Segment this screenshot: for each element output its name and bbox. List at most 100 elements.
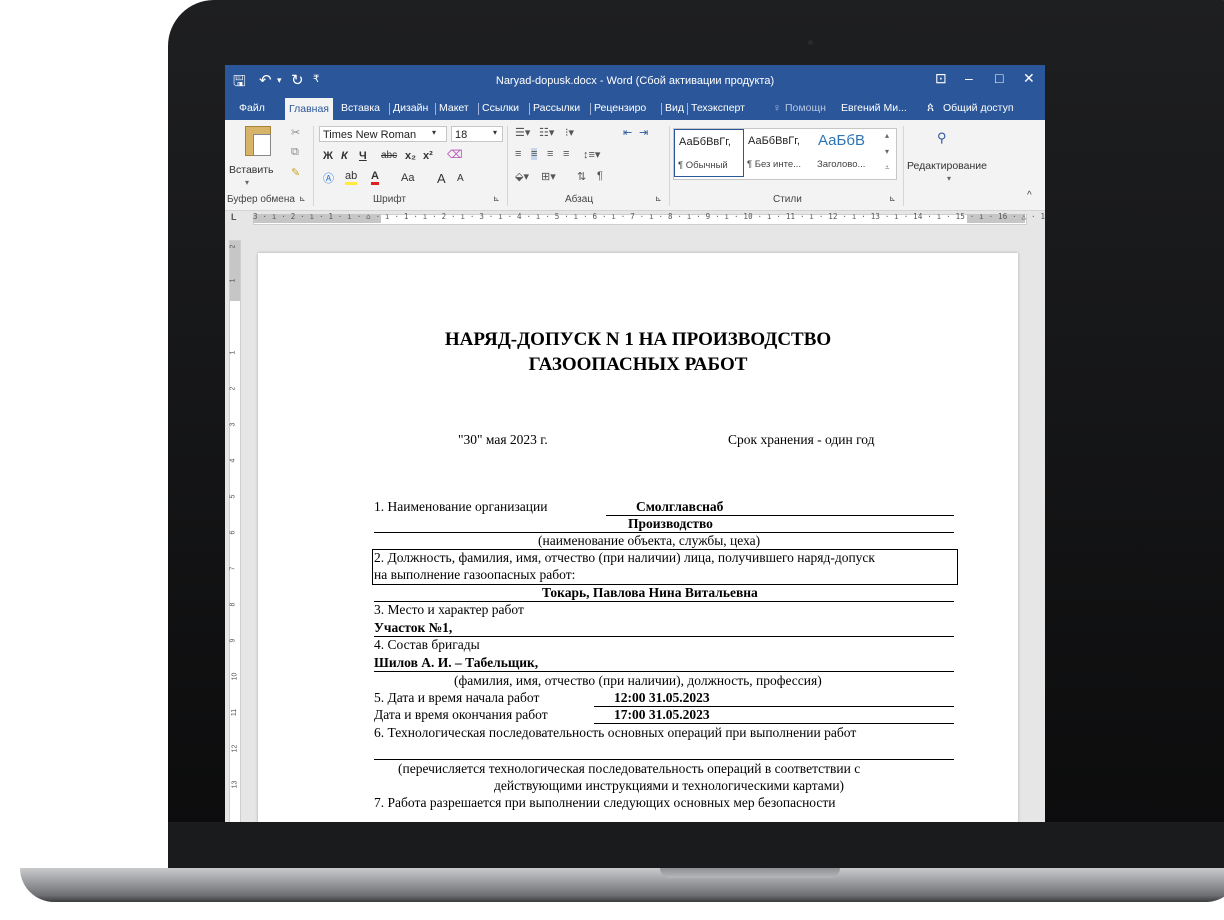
borders-icon[interactable]: ⊞▾ — [541, 170, 556, 183]
font-group-label: Шрифт — [373, 194, 406, 205]
align-right-icon[interactable]: ≡ — [547, 148, 553, 160]
multilevel-icon[interactable]: ⁝▾ — [565, 126, 574, 139]
italic-button[interactable]: К — [341, 150, 348, 162]
style-no-spacing[interactable]: АаБбВвГг, ¶ Без инте... — [744, 129, 814, 177]
dept-value: Производство — [628, 516, 713, 531]
tab-view[interactable]: Вид — [665, 102, 684, 114]
show-marks-icon[interactable]: ¶ — [597, 170, 603, 182]
font-launcher-icon[interactable]: ⊾ — [493, 194, 500, 203]
font-name-dropdown-icon[interactable]: ▾ — [432, 128, 436, 137]
format-painter-icon[interactable]: ✎ — [291, 166, 300, 179]
paste-dropdown-icon[interactable]: ▾ — [245, 178, 249, 187]
document-title-line2: ГАЗООПАСНЫХ РАБОТ — [528, 354, 748, 375]
styles-scroll-down-icon[interactable]: ▾ — [885, 147, 889, 156]
justify-icon[interactable]: ≡ — [563, 148, 569, 160]
tab-layout[interactable]: Макет — [439, 102, 469, 114]
person-value: Токарь, Павлова Нина Витальевна — [542, 585, 758, 600]
decrease-indent-icon[interactable]: ⇤ — [623, 126, 632, 139]
editing-dropdown-icon[interactable]: ▾ — [947, 174, 951, 183]
styles-more-icon[interactable]: ⩡ — [885, 163, 890, 173]
tab-insert[interactable]: Вставка — [341, 102, 380, 114]
tab-review[interactable]: Рецензиро — [594, 102, 646, 114]
bullets-icon[interactable]: ☰▾ — [515, 126, 530, 139]
paragraph-group-label: Абзац — [565, 194, 594, 205]
bold-button[interactable]: Ж — [323, 150, 333, 162]
minimize-icon[interactable]: – — [965, 70, 973, 86]
tab-references[interactable]: Ссылки — [482, 102, 519, 114]
font-size-dropdown-icon[interactable]: ▾ — [493, 128, 497, 137]
editing-button[interactable]: Редактирование — [907, 160, 987, 172]
copy-icon[interactable]: ⧉ — [291, 146, 299, 159]
collapse-ribbon-icon[interactable]: ^ — [1027, 190, 1032, 201]
styles-group-label: Стили — [773, 194, 802, 205]
org-label: 1. Наименование организации — [374, 499, 548, 514]
dept-hint: (наименование объекта, службы, цеха) — [538, 533, 761, 548]
ribbon-display-icon[interactable]: ⊡ — [935, 70, 947, 87]
start-label: 5. Дата и время начала работ — [374, 690, 540, 705]
style-name: Заголово... — [817, 159, 866, 170]
font-name-field[interactable]: Times New Roman — [319, 126, 447, 142]
shading-icon[interactable]: ⬙▾ — [515, 170, 529, 183]
document-page[interactable]: НАРЯД-ДОПУСК N 1 НА ПРОИЗВОДСТВО ГАЗООПА… — [258, 253, 1018, 822]
tab-techexpert[interactable]: Техэксперт — [691, 102, 745, 114]
end-value: 17:00 31.05.2023 — [614, 707, 710, 722]
sort-icon[interactable]: ⇅ — [577, 170, 586, 183]
vruler-tick: 9 — [229, 638, 237, 643]
person-icon: ጰ — [927, 100, 935, 114]
webcam — [808, 40, 813, 45]
increase-indent-icon[interactable]: ⇥ — [639, 126, 648, 139]
styles-scroll-up-icon[interactable]: ▴ — [885, 131, 889, 140]
line-spacing-icon[interactable]: ↕≡▾ — [583, 148, 600, 161]
user-name[interactable]: Евгений Ми... — [841, 102, 907, 114]
vruler-tick: 6 — [229, 530, 237, 535]
style-normal[interactable]: АаБбВвГг, ¶ Обычный — [674, 129, 744, 177]
shrink-font-button[interactable]: A — [457, 173, 464, 184]
person-label-line1: 2. Должность, фамилия, имя, отчество (пр… — [374, 550, 875, 565]
place-value: Участок №1, — [374, 620, 453, 635]
style-heading[interactable]: АаБбВ Заголово... — [814, 129, 884, 177]
change-case-button[interactable]: Aa — [401, 172, 414, 184]
tab-design[interactable]: Дизайн — [393, 102, 428, 114]
text-effects-icon[interactable]: Ⓐ — [323, 170, 334, 186]
ribbon: Вставить ▾ ✂ ⧉ ✎ Буфер обмена ⊾ Times Ne… — [225, 120, 1045, 211]
sequence-hint-line1: (перечисляется технологическая последова… — [398, 761, 861, 776]
cut-icon[interactable]: ✂ — [291, 126, 300, 139]
style-sample: АаБбВвГг, — [679, 136, 731, 148]
close-icon[interactable]: ✕ — [1023, 70, 1035, 87]
person-label-line2: на выполнение газоопасных работ: — [374, 567, 576, 582]
align-left-icon[interactable]: ≡ — [515, 148, 521, 160]
clear-formatting-icon[interactable]: ⌫ — [447, 148, 463, 161]
laptop-base — [20, 868, 1224, 902]
vruler-tick: 2 — [229, 386, 237, 391]
tab-selector[interactable]: L — [231, 212, 237, 222]
paste-button[interactable]: Вставить — [229, 164, 274, 176]
strikethrough-button[interactable]: abc — [381, 150, 397, 161]
share-button[interactable]: Общий доступ — [943, 102, 1014, 114]
maximize-icon[interactable]: □ — [995, 70, 1003, 86]
numbering-icon[interactable]: ☷▾ — [539, 126, 554, 139]
style-name: ¶ Без инте... — [747, 159, 802, 170]
align-center-icon[interactable]: ≡ — [531, 148, 538, 160]
vruler-tick: 3 — [229, 422, 237, 427]
crew-value: Шилов А. И. – Табельщик, — [374, 655, 539, 670]
document-title-line1: НАРЯД-ДОПУСК N 1 НА ПРОИЗВОДСТВО — [444, 329, 832, 350]
grow-font-button[interactable]: A — [437, 171, 446, 186]
subscript-button[interactable]: x₂ — [405, 150, 416, 162]
vertical-ruler: 2 1 1 2 3 4 5 6 7 8 9 10 11 12 13 — [229, 240, 241, 822]
tell-me-input[interactable]: Помощн — [785, 102, 826, 114]
underline-button[interactable]: Ч — [359, 150, 367, 162]
styles-launcher-icon[interactable]: ⊾ — [889, 194, 896, 203]
tab-home[interactable]: Главная — [285, 98, 333, 120]
tab-file[interactable]: Файл — [239, 102, 265, 114]
superscript-button[interactable]: x² — [423, 150, 433, 162]
clipboard-launcher-icon[interactable]: ⊾ — [299, 194, 306, 203]
font-color-icon[interactable]: A — [371, 170, 379, 185]
style-name: ¶ Обычный — [678, 160, 728, 171]
tab-mailings[interactable]: Рассылки — [533, 102, 580, 114]
title-bar: 🖫 ↶ ▾ ↻ ₹ Naryad-dopusk.docx - Word (Сбо… — [225, 65, 1045, 98]
paragraph-launcher-icon[interactable]: ⊾ — [655, 194, 662, 203]
search-icon[interactable]: ⚲ — [937, 130, 947, 146]
styles-gallery: АаБбВвГг, ¶ Обычный АаБбВвГг, ¶ Без инте… — [673, 128, 897, 180]
vruler-tick: 2 — [229, 244, 237, 249]
highlight-icon[interactable]: ab — [345, 170, 358, 185]
